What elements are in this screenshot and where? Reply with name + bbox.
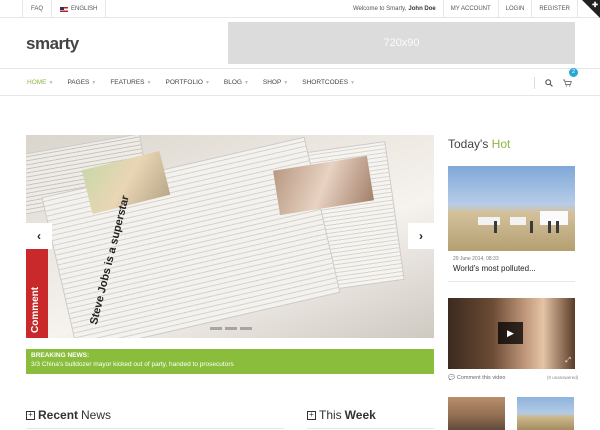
slider-dot[interactable] bbox=[225, 327, 237, 330]
plus-square-icon: + bbox=[26, 410, 35, 420]
post-thumbnail[interactable] bbox=[448, 397, 505, 430]
divider bbox=[534, 76, 535, 89]
breaking-news-label: BREAKING NEWS: bbox=[31, 352, 90, 359]
search-icon[interactable] bbox=[545, 78, 553, 87]
slider-prev-button[interactable]: ‹ bbox=[26, 223, 52, 249]
language-selector[interactable]: ENGLISH bbox=[52, 0, 107, 18]
top-bar-left: FAQ ENGLISH bbox=[22, 0, 107, 18]
chevron-right-icon: › bbox=[419, 229, 423, 243]
vehicle-shape bbox=[540, 211, 568, 225]
nav-menu: HOME ▼ PAGES ▼ FEATURES ▼ PORTFOLIO ▼ BLOG ▼ … bbox=[27, 69, 369, 96]
person-shape bbox=[530, 221, 533, 233]
slider-dot[interactable] bbox=[210, 327, 222, 330]
nav-label: BLOG bbox=[223, 79, 242, 86]
heading-bold: Week bbox=[344, 408, 376, 422]
recent-news-heading: + Recent News bbox=[26, 408, 111, 422]
comment-video-link[interactable]: 💬 Comment this video bbox=[448, 375, 505, 381]
ad-banner[interactable]: 720x90 bbox=[228, 22, 575, 64]
nav-item-blog[interactable]: BLOG ▼ bbox=[224, 79, 249, 86]
divider bbox=[448, 281, 575, 282]
unanswered-count: (0 unanswered) bbox=[547, 375, 579, 380]
heading-text: This bbox=[319, 408, 342, 422]
person-shape bbox=[548, 221, 551, 233]
close-icon[interactable]: ✚ bbox=[592, 1, 598, 9]
nav-label: PAGES bbox=[67, 79, 90, 86]
nav-label: SHORTCODES bbox=[302, 79, 349, 86]
faq-link[interactable]: FAQ bbox=[22, 0, 53, 18]
nav-item-home[interactable]: HOME ▼ bbox=[27, 79, 53, 86]
chevron-down-icon: ▼ bbox=[91, 79, 97, 86]
nav-item-features[interactable]: FEATURES ▼ bbox=[110, 79, 151, 86]
this-week-heading: + This Week bbox=[307, 408, 379, 422]
chevron-down-icon: ▼ bbox=[350, 79, 355, 86]
chevron-left-icon: ‹ bbox=[37, 229, 41, 243]
breaking-news-text[interactable]: 3/3 China's bulldozer mayor kicked out o… bbox=[31, 361, 429, 368]
nav-tools: 2 bbox=[534, 67, 578, 96]
comment-label: Comment this video bbox=[456, 375, 506, 381]
nav-item-shop[interactable]: SHOP ▼ bbox=[263, 79, 288, 86]
main-nav: HOME ▼ PAGES ▼ FEATURES ▼ PORTFOLIO ▼ BLOG ▼ … bbox=[0, 67, 600, 96]
top-bar-right: Welcome to Smarty, John Doe MY ACCOUNT L… bbox=[346, 0, 578, 18]
play-icon[interactable]: ▶ bbox=[498, 322, 523, 344]
divider bbox=[26, 428, 284, 429]
divider bbox=[307, 428, 434, 429]
heading-text: News bbox=[81, 408, 112, 422]
faq-label: FAQ bbox=[31, 6, 44, 12]
todays-hot-heading: Today's Hot bbox=[448, 137, 510, 151]
chevron-down-icon: ▼ bbox=[283, 79, 289, 86]
login-link[interactable]: LOGIN bbox=[497, 0, 532, 18]
cart-icon bbox=[563, 79, 572, 87]
post-thumbnail[interactable] bbox=[517, 397, 574, 430]
newspaper-brand: Comment bbox=[30, 286, 41, 333]
top-bar: FAQ ENGLISH Welcome to Smarty, John Doe … bbox=[0, 0, 600, 18]
slider-pagination bbox=[210, 327, 252, 330]
person-shape bbox=[494, 221, 497, 233]
cart-count-badge: 2 bbox=[569, 67, 578, 77]
chevron-down-icon: ▼ bbox=[204, 79, 210, 86]
hero-slider[interactable]: Steve Jobs is a superstar Comment ‹ › bbox=[26, 135, 434, 338]
welcome-text: Welcome to Smarty, John Doe bbox=[346, 0, 443, 18]
breaking-news-bar[interactable]: BREAKING NEWS: 3/3 China's bulldozer may… bbox=[26, 349, 434, 374]
heading-highlight: Hot bbox=[491, 137, 511, 151]
heading-text: Today's bbox=[448, 137, 489, 151]
my-account-link[interactable]: MY ACCOUNT bbox=[442, 0, 498, 18]
plus-square-icon: + bbox=[307, 410, 316, 420]
nav-item-portfolio[interactable]: PORTFOLIO ▼ bbox=[165, 79, 209, 86]
chevron-down-icon: ▼ bbox=[48, 79, 54, 86]
nav-item-pages[interactable]: PAGES ▼ bbox=[67, 79, 96, 86]
nav-label: PORTFOLIO bbox=[165, 79, 203, 86]
register-link[interactable]: REGISTER bbox=[531, 0, 578, 18]
us-flag-icon bbox=[60, 6, 69, 12]
cart-button[interactable]: 2 bbox=[563, 67, 578, 92]
post-title[interactable]: World's most polluted... bbox=[453, 264, 536, 273]
vehicle-shape bbox=[510, 217, 526, 225]
welcome-prefix: Welcome to Smarty, bbox=[352, 6, 407, 12]
post-date: 29 June 2014, 08:33 bbox=[453, 256, 499, 262]
nav-label: HOME bbox=[27, 79, 47, 86]
comment-icon: 💬 bbox=[448, 375, 455, 381]
heading-bold: Recent bbox=[38, 408, 79, 422]
person-shape bbox=[556, 221, 559, 233]
hot-post-image[interactable] bbox=[448, 166, 575, 251]
slider-dot[interactable] bbox=[240, 327, 252, 330]
nav-label: FEATURES bbox=[110, 79, 145, 86]
nav-label: SHOP bbox=[262, 79, 282, 86]
user-name: John Doe bbox=[408, 6, 436, 12]
nav-item-shortcodes[interactable]: SHORTCODES ▼ bbox=[302, 79, 355, 86]
chevron-down-icon: ▼ bbox=[243, 79, 249, 86]
language-label: ENGLISH bbox=[71, 6, 98, 12]
chevron-down-icon: ▼ bbox=[146, 79, 152, 86]
fullscreen-icon[interactable]: ⤢ bbox=[565, 357, 571, 365]
slider-next-button[interactable]: › bbox=[408, 223, 434, 249]
site-logo[interactable]: smarty bbox=[26, 34, 79, 54]
video-thumbnail[interactable]: ▶ ⤢ bbox=[448, 298, 575, 369]
